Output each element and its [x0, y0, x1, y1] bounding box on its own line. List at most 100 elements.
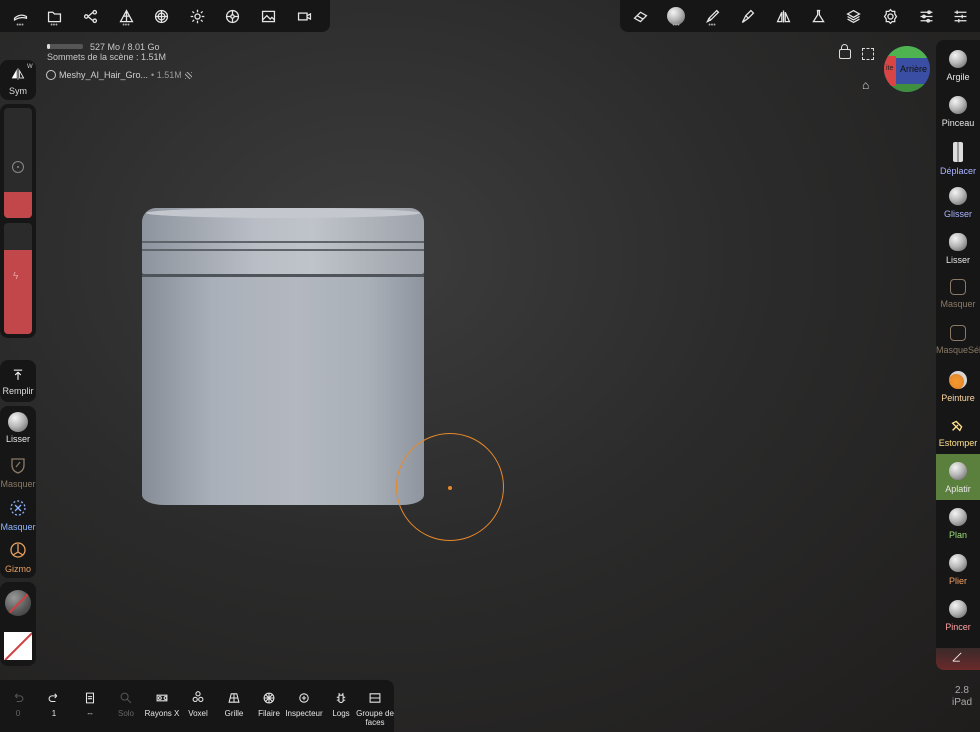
sym-button[interactable]: Sym — [0, 66, 36, 96]
sliders-icon[interactable] — [908, 0, 944, 32]
folder-icon[interactable]: ••• — [36, 0, 72, 32]
mask-icon — [11, 458, 25, 474]
tool-paint-label: Peinture — [941, 392, 975, 403]
bottom-redo-button[interactable]: 1 — [36, 680, 72, 724]
tool-flatten-button[interactable]: Aplatir — [936, 454, 980, 501]
bottom-page-button[interactable]: -- — [72, 680, 108, 724]
tool-smooth-label: Lisser — [945, 255, 970, 266]
mesh-label[interactable]: Meshy_AI_Hair_Gro... • 1.51M — [46, 70, 192, 80]
bottom-facegroup-button[interactable]: Groupe de faces — [356, 680, 394, 727]
lisser-quick-button[interactable]: Lisser — [0, 412, 36, 444]
remplir-panel: Remplir — [0, 360, 36, 402]
jar-groove-2 — [142, 249, 424, 251]
image-icon[interactable] — [250, 0, 286, 32]
video-icon[interactable] — [286, 0, 322, 32]
bottom-label: Solo — [117, 709, 134, 718]
tool-clay-label: Argile — [946, 72, 970, 82]
brush-icon[interactable]: ••• — [694, 0, 730, 32]
tool-smooth-button[interactable]: Lisser — [936, 229, 980, 271]
tool-clay-button[interactable]: Argile — [936, 46, 980, 88]
tool-pinch-button[interactable]: Pincer — [936, 596, 980, 638]
bottom-wireframe-button[interactable]: Filaire — [252, 680, 286, 724]
crease-icon — [949, 553, 967, 572]
bottom-label: 1 — [51, 709, 57, 718]
tool-paint-button[interactable]: Peinture — [936, 367, 980, 409]
pinch-icon — [949, 599, 967, 618]
mesh-icon[interactable] — [143, 0, 179, 32]
tools-icon[interactable]: ••• — [2, 0, 38, 32]
bottom-undo-button[interactable]: 0 — [0, 680, 36, 724]
matcap-icon[interactable]: ••• — [658, 0, 694, 32]
gizmo-button[interactable]: Gizmo — [0, 540, 36, 574]
scene-graph-icon[interactable] — [72, 0, 108, 32]
tool-flatten-label: Aplatir — [945, 484, 971, 495]
smooth-brush-icon — [8, 412, 28, 432]
facegroup-icon — [369, 693, 381, 703]
home-icon[interactable]: ⌂ — [862, 78, 869, 92]
paint-icon[interactable] — [729, 0, 765, 32]
tool-move-button[interactable]: Déplacer — [936, 138, 980, 180]
mask-select-icon — [950, 324, 966, 341]
intensity-slider[interactable]: ϟ — [4, 223, 32, 334]
bottom-inspector-button[interactable]: Inspecteur — [284, 680, 324, 724]
memory-bar — [47, 44, 83, 49]
tool-crease-button[interactable]: Plier — [936, 550, 980, 592]
top-toolbar-left: ••• ••• ••• — [0, 0, 330, 32]
bottom-label: Rayons X — [144, 709, 180, 718]
tool-pinch-label: Pincer — [945, 621, 971, 632]
material-swatch[interactable] — [5, 590, 31, 616]
clay-icon — [949, 50, 967, 68]
tool-brush-label: Pinceau — [941, 117, 975, 128]
more-tools-tab[interactable] — [936, 648, 980, 670]
eraser-icon[interactable] — [622, 0, 658, 32]
jar-body — [142, 277, 424, 505]
redo-icon — [48, 693, 58, 703]
shelf-icon[interactable] — [942, 0, 978, 32]
bottom-label: Grille — [224, 709, 244, 718]
brush-icon — [949, 95, 967, 114]
lighting-icon[interactable] — [179, 0, 215, 32]
intensity-fill — [4, 250, 32, 334]
gizmo-icon — [10, 542, 26, 558]
tool-drag-button[interactable]: Glisser — [936, 183, 980, 225]
lock-icon[interactable] — [839, 44, 851, 59]
bottom-xray-button[interactable]: Rayons X — [144, 680, 180, 724]
flask-icon[interactable] — [800, 0, 836, 32]
jar-model[interactable] — [142, 208, 424, 512]
masquer-quick-button[interactable]: Masquer — [0, 455, 36, 489]
mask-select-icon — [10, 500, 26, 516]
knife-icon — [952, 652, 962, 662]
drag-icon — [949, 187, 967, 206]
material-icon[interactable] — [214, 0, 250, 32]
move-icon — [953, 141, 963, 162]
bottom-label: Logs — [332, 709, 350, 718]
grid-icon — [228, 693, 240, 703]
mesh-count: • 1.51M — [151, 70, 182, 80]
view-cube[interactable]: ite Arrière — [884, 46, 930, 92]
tool-plane-button[interactable]: Plan — [936, 504, 980, 546]
bottom-grid-button[interactable]: Grille — [216, 680, 252, 724]
tool-brush-button[interactable]: Pinceau — [936, 92, 980, 134]
fullscreen-icon[interactable] — [862, 48, 874, 60]
undo-icon — [14, 693, 24, 703]
bottom-search-button[interactable]: Solo — [108, 680, 144, 724]
bottom-voxel-button[interactable]: Voxel — [180, 680, 216, 724]
symmetry-icon — [11, 68, 25, 80]
settings-icon[interactable] — [872, 0, 908, 32]
tool-mask-button[interactable]: Masquer — [936, 275, 980, 317]
color-swatch[interactable] — [4, 632, 32, 660]
tool-mask-select-button[interactable]: MasqueSél — [936, 321, 980, 363]
topology-icon[interactable]: ••• — [108, 0, 144, 32]
plane-icon — [949, 508, 967, 526]
symmetry-icon[interactable] — [765, 0, 801, 32]
radius-slider[interactable] — [4, 108, 32, 218]
sym-badge: W — [27, 64, 33, 70]
remplir-button[interactable]: Remplir — [0, 368, 36, 396]
scene-vertices: Sommets de la scène : 1.51M — [47, 52, 167, 62]
voxel-icon — [192, 691, 204, 703]
tool-smudge-button[interactable]: Estomper — [936, 412, 980, 454]
layers-icon[interactable] — [835, 0, 871, 32]
masquer-select-button[interactable]: Masquer — [0, 498, 36, 532]
radius-dot-icon — [12, 161, 24, 173]
bottom-bug-button[interactable]: Logs — [324, 680, 358, 724]
